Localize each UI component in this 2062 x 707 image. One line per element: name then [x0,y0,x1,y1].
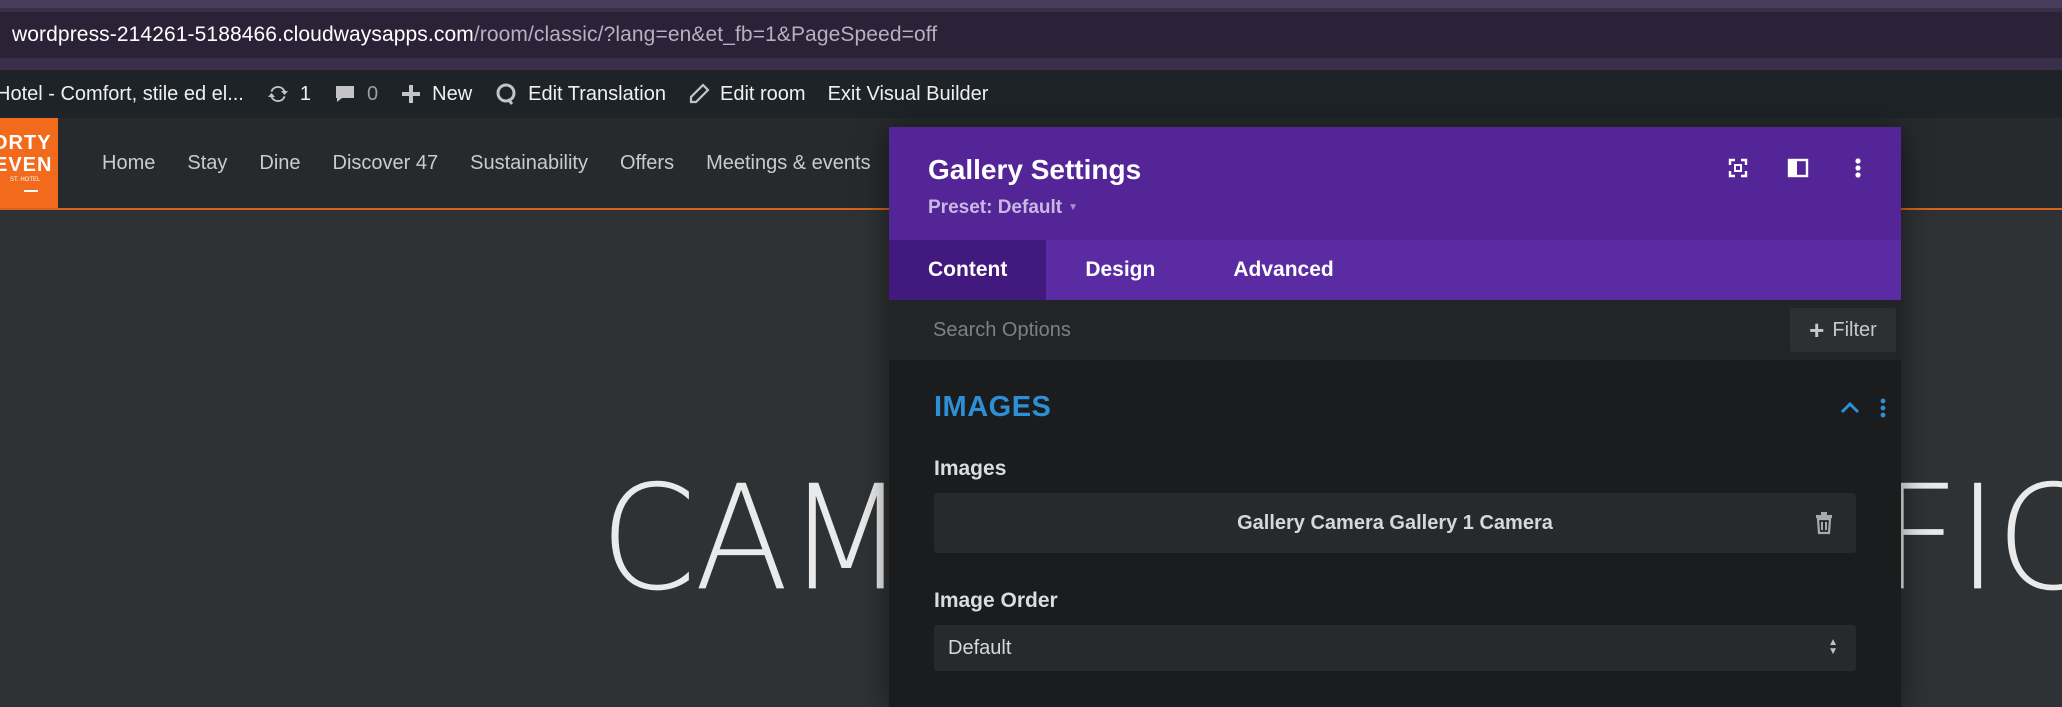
logo-line-2: EVEN [0,154,53,176]
image-order-label: Image Order [934,589,1058,612]
pencil-icon [689,83,710,104]
caret-down-icon: ▼ [1068,202,1079,214]
section-controls [1839,397,1887,419]
logo-line-3: ST. HOTEL [10,177,41,183]
logo-line-1: ORTY [0,132,52,154]
nav-item-dine[interactable]: Dine [259,152,300,175]
admin-bar-comments[interactable]: 0 [333,82,378,106]
browser-tab-strip [0,0,2062,8]
kebab-icon [1855,158,1861,178]
exit-visual-builder-label: Exit Visual Builder [827,82,989,105]
modal-header-actions [1691,155,1871,181]
browser-toolbar-edge [0,58,2062,70]
nav-item-sustainability[interactable]: Sustainability [470,152,588,175]
nav-item-home[interactable]: Home [102,152,155,175]
gallery-images-field[interactable]: Gallery Camera Gallery 1 Camera [934,493,1856,553]
columns-icon [1787,158,1809,178]
trash-icon[interactable] [1814,511,1834,535]
admin-bar-exit-visual-builder[interactable]: Exit Visual Builder [828,83,989,106]
image-order-select[interactable]: Default ▲ ▼ [934,625,1856,671]
admin-bar-updates[interactable]: 1 [266,82,311,106]
admin-bar-new[interactable]: New [400,83,472,106]
admin-bar-site-name[interactable]: Hotel - Comfort, stile ed el... [0,83,244,106]
gallery-settings-modal: Gallery Settings Preset: Default ▼ Conte… [889,127,1901,707]
tab-advanced[interactable]: Advanced [1194,240,1372,300]
image-order-value: Default [948,636,1012,659]
main-nav: Home Stay Dine Discover 47 Sustainabilit… [102,118,903,208]
section-kebab-icon[interactable] [1879,397,1887,419]
tab-content[interactable]: Content [889,240,1047,300]
images-section-toggle[interactable]: IMAGES [934,391,1051,424]
url-host: wordpress-214261-5188466.cloudwaysapps.c… [12,23,474,46]
nav-item-offers[interactable]: Offers [620,152,674,175]
more-options-button[interactable] [1845,155,1871,181]
logo-bar [24,190,38,192]
preset-label: Preset: Default [928,197,1063,218]
site-name-label: Hotel - Comfort, stile ed el... [0,82,244,105]
search-row: + Filter [889,300,1901,360]
nav-item-meetings[interactable]: Meetings & events [706,152,871,175]
modal-header[interactable]: Gallery Settings Preset: Default ▼ [889,127,1901,240]
comments-count: 0 [367,82,379,105]
modal-title: Gallery Settings [928,154,1142,185]
browser-url-bar: wordpress-214261-5188466.cloudwaysapps.c… [0,0,2062,70]
refresh-icon [267,86,288,102]
chevron-up-icon[interactable] [1839,401,1861,415]
tab-design[interactable]: Design [1046,240,1194,300]
search-options-input[interactable] [931,312,1531,348]
plus-icon [402,85,421,103]
edit-translation-label: Edit Translation [528,82,666,105]
fullscreen-button[interactable] [1725,155,1751,181]
hero-heading-right: FIC [1880,453,2062,623]
modal-tabs: Content Design Advanced [889,240,1901,300]
wp-admin-bar: Hotel - Comfort, stile ed el... 1 0 New … [0,70,2062,118]
site-logo[interactable]: ORTY EVEN ST. HOTEL [0,118,58,208]
hero-heading-left: CAM [600,453,906,623]
edit-room-label: Edit room [720,82,806,105]
expand-icon [1728,158,1748,178]
admin-bar-edit-room[interactable]: Edit room [688,83,806,106]
nav-item-stay[interactable]: Stay [187,152,227,175]
address-field[interactable]: wordpress-214261-5188466.cloudwaysapps.c… [0,12,2062,58]
nav-item-discover[interactable]: Discover 47 [333,152,439,175]
images-field-label: Images [934,457,1007,480]
updates-count: 1 [299,82,311,105]
comment-icon [336,86,354,102]
new-label: New [432,82,473,105]
filter-button[interactable]: + Filter [1790,308,1896,352]
filter-label: Filter [1832,318,1877,341]
gallery-images-value: Gallery Camera Gallery 1 Camera [1237,511,1553,534]
url-path: /room/classic/?lang=en&et_fb=1&PageSpeed… [473,23,938,46]
admin-bar-edit-translation[interactable]: Edit Translation [494,82,666,106]
translation-icon [496,83,516,105]
split-view-button[interactable] [1785,155,1811,181]
preset-selector[interactable]: Preset: Default ▼ [928,197,1078,219]
plus-icon: + [1809,314,1825,345]
select-arrows-icon: ▲ ▼ [1828,637,1838,657]
